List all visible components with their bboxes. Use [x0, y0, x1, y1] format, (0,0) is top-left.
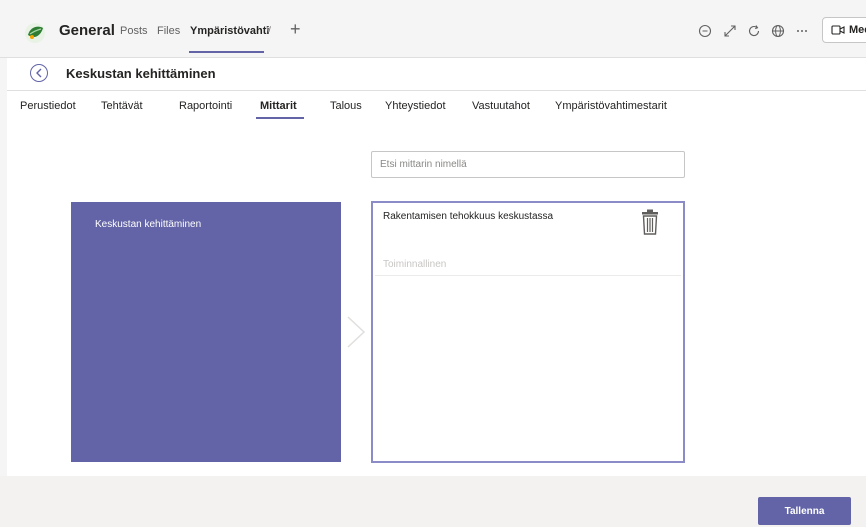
header-divider [7, 90, 866, 91]
meet-button[interactable]: Mee [822, 17, 866, 43]
subtab-yhteystiedot[interactable]: Yhteystiedot [385, 100, 446, 112]
back-button[interactable] [30, 64, 48, 82]
subtab-raportointi[interactable]: Raportointi [179, 100, 232, 112]
subtab-talous[interactable]: Talous [330, 100, 362, 112]
subtab-tehtavat[interactable]: Tehtävät [101, 100, 143, 112]
project-card[interactable]: Keskustan kehittäminen [71, 202, 341, 462]
video-camera-icon [831, 25, 845, 35]
subtab-ymparistovahtimestarit[interactable]: Ympäristövahtimestarit [555, 100, 667, 112]
subtab-perustiedot[interactable]: Perustiedot [20, 100, 76, 112]
chevron-right-icon [347, 316, 366, 348]
top-bar: General Posts Files Ympäristövahti ∨ + M… [0, 0, 866, 58]
globe-icon[interactable] [770, 23, 786, 39]
tab-posts[interactable]: Posts [120, 25, 148, 37]
chat-icon[interactable] [697, 23, 713, 39]
indicator-status: Toiminnallinen [383, 259, 447, 270]
indicator-divider [375, 275, 681, 276]
refresh-icon[interactable] [746, 23, 762, 39]
search-input[interactable] [371, 151, 685, 178]
subtab-mittarit[interactable]: Mittarit [260, 100, 297, 112]
page-title: Keskustan kehittäminen [66, 66, 216, 81]
chevron-left-icon [36, 68, 42, 78]
indicator-panel: Rakentamisen tehokkuus keskustassa Toimi… [371, 201, 685, 463]
active-tab-underline [189, 51, 264, 53]
tab-files[interactable]: Files [157, 25, 180, 37]
indicator-name: Rakentamisen tehokkuus keskustassa [383, 211, 554, 222]
add-tab-icon[interactable]: + [290, 19, 301, 40]
tab-ymparistovahti[interactable]: Ympäristövahti [190, 25, 269, 37]
footer-bar [0, 476, 866, 527]
save-button[interactable]: Tallenna [758, 497, 851, 525]
expand-icon[interactable] [722, 23, 738, 39]
subtab-vastuutahot[interactable]: Vastuutahot [472, 100, 530, 112]
channel-name: General [59, 22, 115, 39]
active-subtab-underline [256, 117, 304, 119]
meet-button-label: Mee [849, 24, 866, 36]
more-options-icon[interactable] [794, 23, 810, 39]
project-card-label: Keskustan kehittäminen [95, 219, 202, 230]
trash-icon[interactable] [639, 209, 661, 235]
team-avatar-icon[interactable] [24, 22, 46, 44]
chevron-down-icon[interactable]: ∨ [265, 24, 272, 35]
